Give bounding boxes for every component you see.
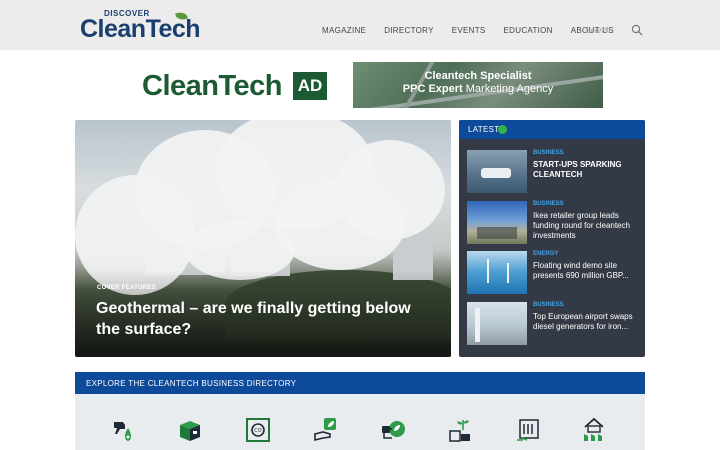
latest-item-thumbnail[interactable]: [467, 150, 527, 193]
banner-subline-bold: PPC Expert: [402, 83, 463, 95]
nav-item-events[interactable]: EVENTS: [452, 26, 486, 35]
latest-item-title[interactable]: Floating wind demo site presents 690 mil…: [533, 261, 639, 281]
latest-item-thumbnail[interactable]: [467, 251, 527, 294]
site-header: DISCOVER CleanTech MAGAZINE DIRECTORY EV…: [0, 0, 720, 50]
search-field[interactable]: Search: [585, 23, 645, 39]
latest-item[interactable]: BUSINESS Ikea retailer group leads fundi…: [467, 201, 639, 247]
site-logo[interactable]: DISCOVER CleanTech: [80, 9, 210, 43]
latest-item-category[interactable]: BUSINESS: [533, 201, 564, 207]
search-placeholder[interactable]: Search: [585, 26, 610, 35]
latest-panel: LATEST BUSINESS START-UPS SPARKING CLEAN…: [459, 120, 645, 357]
search-icon[interactable]: [631, 24, 643, 36]
wind-turbine-graphic: [487, 259, 489, 283]
eco-hand-icon[interactable]: [313, 416, 339, 444]
banner-headline: Cleantech Specialist: [424, 70, 532, 82]
cleantech-ad-logo[interactable]: CleanTech AD: [142, 70, 328, 102]
latest-item-title[interactable]: Ikea retailer group leads funding round …: [533, 211, 639, 241]
nav-item-magazine[interactable]: MAGAZINE: [322, 26, 366, 35]
directory-icon-row: CO: [75, 414, 645, 450]
latest-item[interactable]: BUSINESS START-UPS SPARKING CLEANTECH: [467, 150, 639, 196]
latest-item-category[interactable]: ENERGY: [533, 251, 558, 257]
directory-heading[interactable]: EXPLORE THE CLEANTECH BUSINESS DIRECTORY: [86, 379, 296, 388]
latest-item[interactable]: ENERGY Floating wind demo site presents …: [467, 251, 639, 297]
energy-storage-icon[interactable]: [515, 416, 541, 444]
hero-feature[interactable]: COVER FEATURES Geothermal – are we final…: [75, 120, 451, 357]
directory-section: EXPLORE THE CLEANTECH BUSINESS DIRECTORY…: [75, 372, 645, 450]
latest-item-title[interactable]: START-UPS SPARKING CLEANTECH: [533, 160, 639, 180]
ad-badge: AD: [293, 72, 327, 100]
nav-item-directory[interactable]: DIRECTORY: [384, 26, 434, 35]
latest-item-thumbnail[interactable]: [467, 201, 527, 244]
electric-plug-icon[interactable]: [380, 416, 406, 444]
wind-turbine-graphic: [507, 263, 509, 283]
drone-graphic: [481, 168, 511, 178]
green-building-icon[interactable]: [581, 416, 607, 444]
latest-item-title[interactable]: Top European airport swaps diesel genera…: [533, 312, 639, 332]
ad-logo-text: CleanTech: [142, 70, 283, 102]
co2-icon[interactable]: CO: [245, 416, 271, 444]
nav-item-education[interactable]: EDUCATION: [504, 26, 553, 35]
hero-title[interactable]: Geothermal – are we finally getting belo…: [96, 298, 426, 340]
latest-item-category[interactable]: BUSINESS: [533, 302, 564, 308]
packaging-box-icon[interactable]: [177, 416, 203, 444]
directory-header[interactable]: EXPLORE THE CLEANTECH BUSINESS DIRECTORY: [75, 372, 645, 394]
steam-cloud: [335, 140, 445, 240]
ad-banner[interactable]: Cleantech Specialist PPC Expert Marketin…: [353, 62, 603, 108]
hero-kicker[interactable]: COVER FEATURES: [97, 285, 156, 291]
sprout-battery-icon[interactable]: [447, 416, 473, 444]
live-dot-icon: [498, 125, 507, 134]
tower-graphic: [475, 308, 480, 342]
latest-item[interactable]: BUSINESS Top European airport swaps dies…: [467, 302, 639, 348]
latest-header: LATEST: [459, 120, 645, 139]
banner-subline-rest: Marketing Agency: [462, 83, 554, 95]
latest-item-thumbnail[interactable]: [467, 302, 527, 345]
svg-text:CO: CO: [254, 428, 261, 434]
banner-subline: PPC Expert Marketing Agency: [353, 83, 603, 95]
latest-item-category[interactable]: BUSINESS: [533, 150, 564, 156]
people-graphic: [477, 227, 517, 239]
fuel-nozzle-icon[interactable]: [111, 416, 137, 444]
latest-heading: LATEST: [468, 125, 500, 134]
